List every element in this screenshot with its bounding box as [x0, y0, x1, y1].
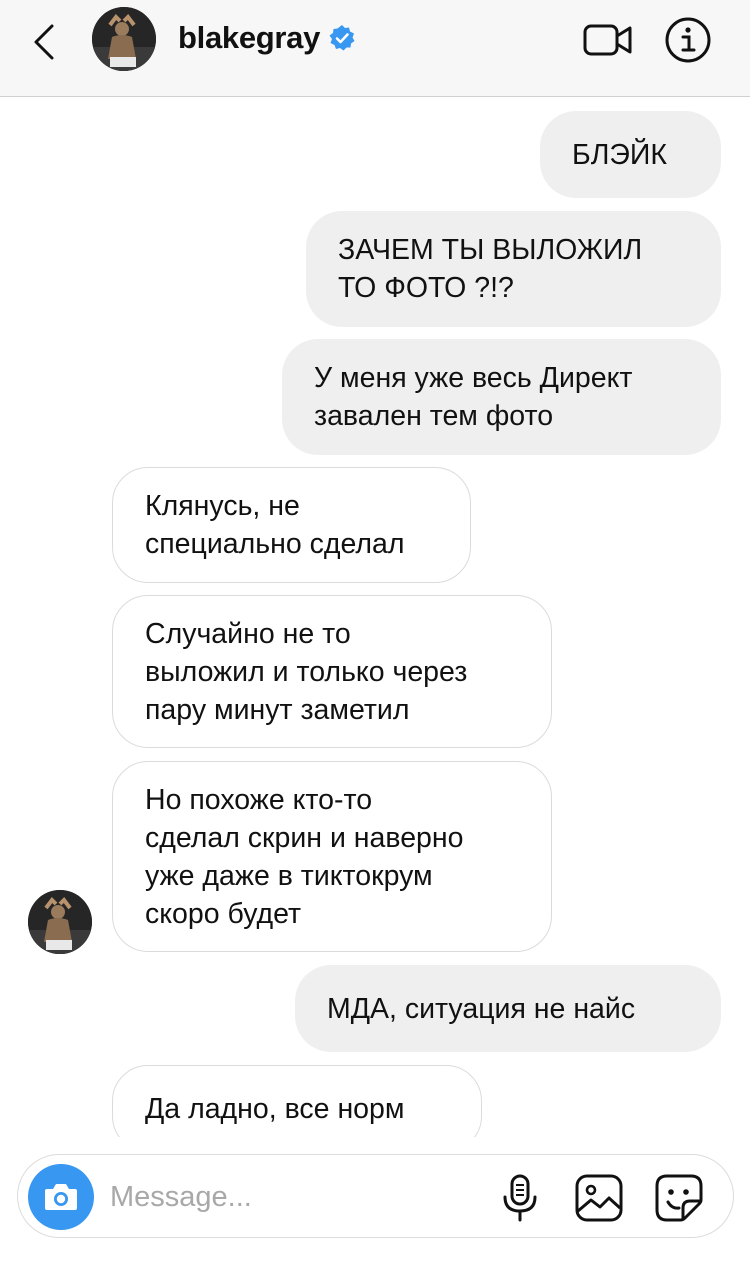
username-row[interactable]: blakegray — [178, 18, 356, 58]
camera-button[interactable] — [28, 1164, 94, 1230]
sender-avatar[interactable] — [28, 890, 92, 954]
message-incoming[interactable]: Но похоже кто-то сделал скрин и наверно … — [112, 761, 552, 952]
camera-icon — [45, 1184, 77, 1210]
microphone-icon — [503, 1174, 537, 1222]
message-incoming[interactable]: Случайно не то выложил и только через па… — [112, 595, 552, 748]
message-input[interactable] — [110, 1175, 490, 1219]
chat-header: blakegray — [0, 0, 750, 97]
verified-badge-icon — [329, 25, 355, 51]
username[interactable]: blakegray — [178, 20, 320, 56]
message-outgoing[interactable]: У меня уже весь Директ завален тем фото — [282, 339, 721, 455]
voice-message-button[interactable] — [500, 1173, 540, 1223]
sticker-button[interactable] — [654, 1173, 704, 1223]
message-outgoing[interactable]: БЛЭЙК — [540, 111, 721, 198]
gallery-icon — [575, 1174, 623, 1222]
chevron-left-icon — [34, 24, 54, 60]
message-composer — [17, 1154, 734, 1238]
message-outgoing[interactable]: ЗАЧЕМ ТЫ ВЫЛОЖИЛ ТО ФОТО ?!? — [306, 211, 721, 327]
message-thread[interactable]: БЛЭЙК ЗАЧЕМ ТЫ ВЫЛОЖИЛ ТО ФОТО ?!? У мен… — [0, 97, 750, 1137]
message-incoming[interactable]: Да ладно, все норм — [112, 1065, 482, 1137]
info-icon — [665, 17, 711, 63]
back-button[interactable] — [28, 22, 64, 62]
sticker-icon — [655, 1174, 703, 1222]
message-incoming[interactable]: Клянусь, не специально сделал — [112, 467, 471, 583]
video-call-button[interactable] — [582, 20, 634, 60]
avatar[interactable] — [92, 7, 156, 71]
message-outgoing[interactable]: МДА, ситуация не найс — [295, 965, 721, 1052]
gallery-button[interactable] — [574, 1173, 624, 1223]
video-camera-icon — [583, 24, 632, 56]
info-button[interactable] — [664, 16, 712, 64]
